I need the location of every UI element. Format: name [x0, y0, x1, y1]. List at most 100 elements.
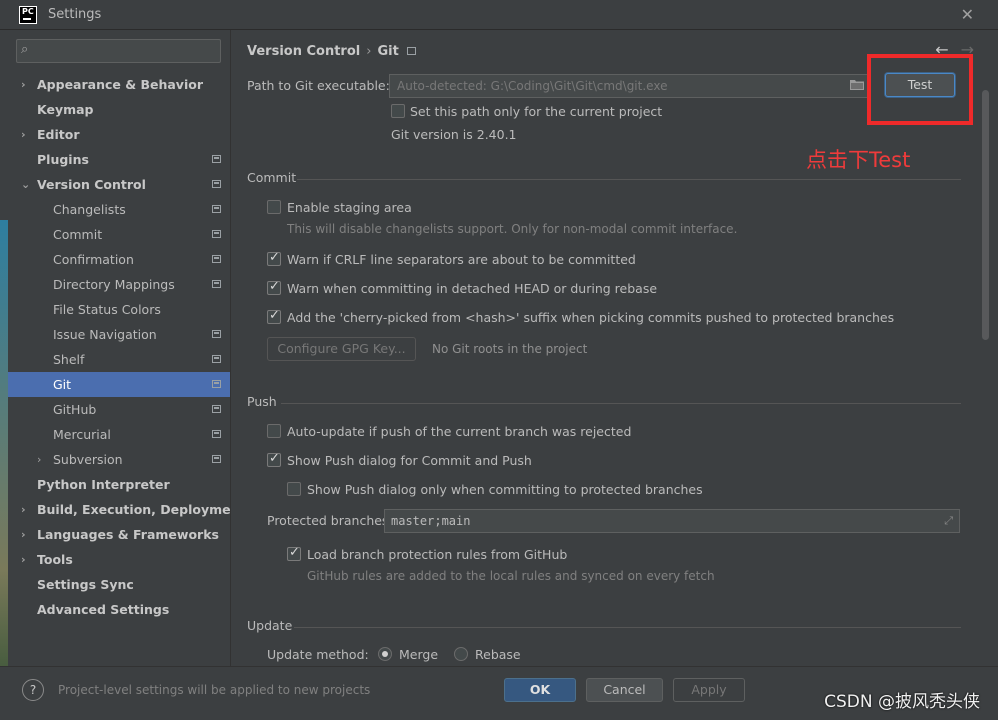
help-icon[interactable]: ? — [22, 679, 44, 701]
github-rules-label: Load branch protection rules from GitHub — [307, 547, 568, 562]
git-path-value: Auto-detected: G:\Coding\Git\Git\cmd\git… — [397, 79, 668, 93]
sidebar-item-label: Directory Mappings — [53, 277, 175, 292]
github-rules-hint: GitHub rules are added to the local rule… — [307, 569, 715, 583]
sidebar-item-build-execution[interactable]: › Build, Execution, Deployment — [8, 497, 245, 522]
chevron-right-icon: › — [37, 453, 42, 466]
sidebar-item-python-interpreter[interactable]: Python Interpreter — [8, 472, 230, 497]
breadcrumb-parent[interactable]: Version Control — [247, 44, 360, 59]
content-scrollbar[interactable] — [982, 90, 989, 340]
git-path-field[interactable]: Auto-detected: G:\Coding\Git\Git\cmd\git… — [389, 74, 871, 98]
staging-area-label: Enable staging area — [287, 200, 412, 215]
sidebar-item-label: Mercurial — [53, 427, 111, 442]
protected-only-label: Show Push dialog only when committing to… — [307, 482, 703, 497]
expand-icon[interactable]: ⤢ — [944, 514, 953, 528]
folder-icon[interactable] — [850, 79, 864, 90]
sidebar-item-commit[interactable]: Commit — [8, 222, 230, 247]
csdn-watermark: CSDN @披风秃头侠 — [824, 692, 980, 712]
cancel-button[interactable]: Cancel — [586, 678, 663, 702]
sidebar-item-directory-mappings[interactable]: Directory Mappings — [8, 272, 230, 297]
sidebar-item-label: Confirmation — [53, 252, 134, 267]
sidebar-item-label: Advanced Settings — [37, 602, 170, 617]
sidebar-item-label: File Status Colors — [53, 302, 161, 317]
sidebar-item-plugins[interactable]: Plugins — [8, 147, 230, 172]
auto-update-checkbox[interactable] — [267, 424, 281, 438]
sidebar-item-issue-navigation[interactable]: Issue Navigation — [8, 322, 230, 347]
auto-update-label: Auto-update if push of the current branc… — [287, 424, 632, 439]
protected-branches-label: Protected branches: — [267, 513, 393, 528]
current-project-only-label: Set this path only for the current proje… — [410, 104, 663, 119]
sidebar-item-label: GitHub — [53, 402, 97, 417]
breadcrumb-separator: › — [366, 44, 372, 59]
crlf-warning-checkbox[interactable] — [267, 250, 281, 266]
sidebar-item-subversion[interactable]: › Subversion — [8, 447, 230, 472]
staging-area-checkbox[interactable] — [267, 200, 281, 214]
sidebar-item-label: Tools — [37, 552, 73, 567]
detached-head-checkbox[interactable] — [267, 279, 281, 295]
sidebar-item-languages[interactable]: › Languages & Frameworks — [8, 522, 230, 547]
annotation-highlight-box — [867, 54, 973, 125]
project-scope-icon — [212, 355, 221, 363]
protected-only-checkbox[interactable] — [287, 482, 301, 496]
protected-branches-value: master;main — [391, 514, 471, 528]
project-scope-icon — [212, 430, 221, 438]
close-icon[interactable]: ✕ — [961, 5, 974, 24]
sidebar-item-label: Python Interpreter — [37, 477, 170, 492]
footer-note: Project-level settings will be applied t… — [58, 683, 371, 697]
sidebar-item-mercurial[interactable]: Mercurial — [8, 422, 230, 447]
sidebar-item-tools[interactable]: › Tools — [8, 547, 230, 572]
project-scope-icon — [212, 255, 221, 263]
sidebar-item-advanced-settings[interactable]: Advanced Settings — [8, 597, 230, 622]
sidebar-item-label: Issue Navigation — [53, 327, 157, 342]
crlf-warning-label: Warn if CRLF line separators are about t… — [287, 252, 636, 267]
cherry-picked-label: Add the 'cherry-picked from <hash>' suff… — [287, 310, 895, 325]
ok-button[interactable]: OK — [504, 678, 576, 702]
show-push-dialog-checkbox[interactable] — [267, 451, 281, 467]
update-method-label: Update method: — [267, 647, 369, 662]
chevron-right-icon: › — [21, 528, 26, 541]
settings-content: Version Control › Git ← → Path to Git execu… — [231, 30, 998, 666]
git-version-text: Git version is 2.40.1 — [391, 127, 517, 142]
desktop-background-left — [0, 220, 8, 720]
sidebar-item-editor[interactable]: › Editor — [8, 122, 230, 147]
sidebar-item-changelists[interactable]: Changelists — [8, 197, 230, 222]
sidebar-item-label: Languages & Frameworks — [37, 527, 219, 542]
chevron-right-icon: › — [21, 503, 26, 516]
sidebar-item-label: Appearance & Behavior — [37, 77, 203, 92]
breadcrumb-current: Git — [377, 44, 399, 59]
sidebar-item-keymap[interactable]: Keymap — [8, 97, 230, 122]
sidebar-item-github[interactable]: GitHub — [8, 397, 230, 422]
current-project-only-checkbox[interactable] — [391, 104, 405, 118]
rebase-radio[interactable] — [454, 647, 468, 661]
project-scope-icon — [406, 47, 416, 55]
staging-area-hint: This will disable changelists support. O… — [287, 222, 738, 236]
rebase-label: Rebase — [475, 647, 521, 662]
sidebar-item-settings-sync[interactable]: Settings Sync — [8, 572, 230, 597]
sidebar-item-file-status-colors[interactable]: File Status Colors — [8, 297, 230, 322]
sidebar-item-label: Build, Execution, Deployment — [37, 502, 246, 517]
sidebar-item-label: Changelists — [53, 202, 126, 217]
github-rules-checkbox[interactable] — [287, 545, 301, 561]
search-icon: ⌕ — [21, 42, 29, 57]
apply-button[interactable]: Apply — [673, 678, 745, 702]
merge-label: Merge — [399, 647, 439, 662]
search-input[interactable] — [41, 42, 216, 60]
sidebar-item-label: Git — [53, 377, 72, 392]
sidebar-item-git[interactable]: Git — [8, 372, 230, 397]
title-bar: PC Settings ✕ — [0, 0, 998, 30]
sidebar-item-appearance[interactable]: › Appearance & Behavior — [8, 72, 230, 97]
settings-search[interactable]: ⌕ — [16, 39, 221, 63]
protected-branches-field[interactable]: master;main ⤢ — [384, 509, 960, 533]
project-scope-icon — [212, 405, 221, 413]
breadcrumb: Version Control › Git — [247, 44, 416, 59]
sidebar-item-shelf[interactable]: Shelf — [8, 347, 230, 372]
merge-radio[interactable] — [378, 647, 392, 661]
sidebar-item-label: Editor — [37, 127, 80, 142]
project-scope-icon — [212, 180, 221, 188]
update-section-title: Update — [247, 618, 293, 633]
configure-gpg-button[interactable]: Configure GPG Key... — [267, 337, 416, 361]
sidebar-item-confirmation[interactable]: Confirmation — [8, 247, 230, 272]
project-scope-icon — [212, 155, 221, 163]
project-scope-icon — [212, 380, 221, 388]
sidebar-item-version-control[interactable]: ⌄ Version Control — [8, 172, 230, 197]
cherry-picked-checkbox[interactable] — [267, 308, 281, 324]
